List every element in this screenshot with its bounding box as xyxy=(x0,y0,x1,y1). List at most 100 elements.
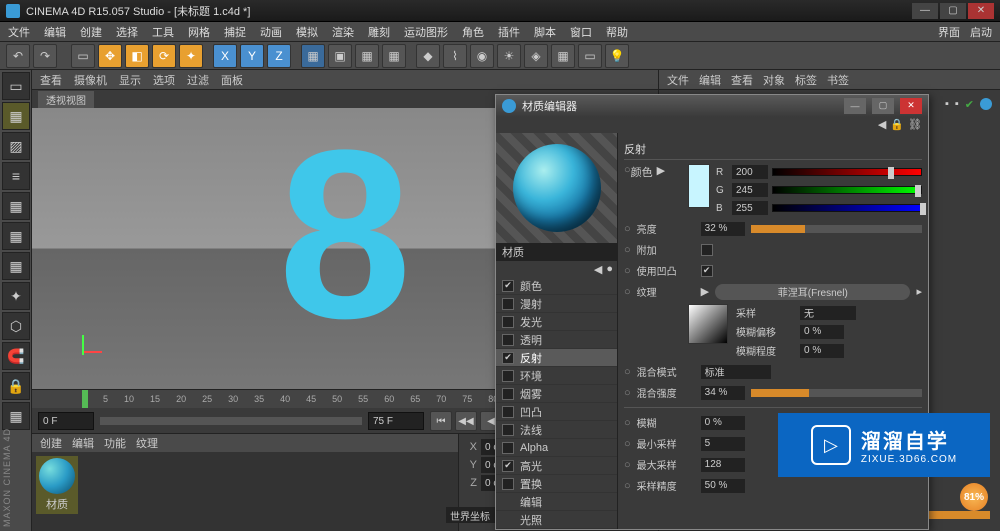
viewport-tab[interactable]: 透视视图 xyxy=(38,91,94,108)
link-icon[interactable]: ⛓ xyxy=(908,118,922,131)
channel-checkbox[interactable] xyxy=(502,298,514,310)
bluroffset-field[interactable]: 0 % xyxy=(800,325,844,339)
texture-mode[interactable]: ▨ xyxy=(2,132,30,160)
brightness-slider[interactable] xyxy=(751,225,922,233)
menu-运动图形[interactable]: 运动图形 xyxy=(404,24,448,40)
render-settings[interactable]: ▦ xyxy=(355,44,379,68)
channel-checkbox[interactable] xyxy=(502,478,514,490)
menu-编辑[interactable]: 编辑 xyxy=(44,24,66,40)
goto-start[interactable]: ⏮ xyxy=(430,411,452,431)
color-swatch[interactable] xyxy=(688,164,710,208)
move-tool[interactable]: ✥ xyxy=(98,44,122,68)
menu-创建[interactable]: 创建 xyxy=(80,24,102,40)
select-tool[interactable]: ▭ xyxy=(71,44,95,68)
null-object[interactable]: ◆ xyxy=(416,44,440,68)
channel-环境[interactable]: 环境 xyxy=(496,367,617,385)
channel-烟雾[interactable]: 烟雾 xyxy=(496,385,617,403)
deformer-tool[interactable]: ◈ xyxy=(524,44,548,68)
mixmode-select[interactable]: 标准 xyxy=(701,365,771,379)
menu-渲染[interactable]: 渲染 xyxy=(332,24,354,40)
menu-动画[interactable]: 动画 xyxy=(260,24,282,40)
menu-角色[interactable]: 角色 xyxy=(462,24,484,40)
scale-tool[interactable]: ◧ xyxy=(125,44,149,68)
channel-漫射[interactable]: 漫射 xyxy=(496,295,617,313)
menu-捕捉[interactable]: 捕捉 xyxy=(224,24,246,40)
spline-tool[interactable]: ⌇ xyxy=(443,44,467,68)
menu-选择[interactable]: 选择 xyxy=(116,24,138,40)
start-frame[interactable]: 0 F xyxy=(38,412,94,430)
blur-field[interactable]: 0 % xyxy=(701,416,745,430)
menu-脚本[interactable]: 脚本 xyxy=(534,24,556,40)
channel-checkbox[interactable] xyxy=(502,352,514,364)
mateditor-maximize[interactable]: ▢ xyxy=(872,98,894,114)
axis-mode[interactable]: ✦ xyxy=(2,282,30,310)
material-preview[interactable] xyxy=(496,133,617,243)
minsamples-field[interactable]: 5 xyxy=(701,437,745,451)
prev-mat-icon[interactable]: ◀ xyxy=(594,263,602,276)
menu-模拟[interactable]: 模拟 xyxy=(296,24,318,40)
menu-界面[interactable]: 界面 xyxy=(938,24,960,40)
material-tag-icon[interactable] xyxy=(980,98,992,110)
menu-文件[interactable]: 文件 xyxy=(8,24,30,40)
array-tool[interactable]: ☀ xyxy=(497,44,521,68)
viewmenu-显示[interactable]: 显示 xyxy=(119,72,141,88)
channel-光照[interactable]: 光照 xyxy=(496,511,617,529)
channel-checkbox[interactable] xyxy=(502,460,514,472)
playhead[interactable] xyxy=(82,390,88,408)
minimize-button[interactable]: — xyxy=(912,3,938,19)
b-slider[interactable] xyxy=(772,204,922,212)
objmenu-编辑[interactable]: 编辑 xyxy=(699,72,721,88)
channel-checkbox[interactable] xyxy=(502,370,514,382)
texture-field[interactable]: 菲涅耳(Fresnel) xyxy=(715,284,910,300)
matmenu-功能[interactable]: 功能 xyxy=(104,435,126,451)
channel-发光[interactable]: 发光 xyxy=(496,313,617,331)
gradient-swatch[interactable] xyxy=(688,304,728,344)
render-region[interactable]: ▦ xyxy=(382,44,406,68)
channel-checkbox[interactable] xyxy=(502,280,514,292)
axis-x-button[interactable]: X xyxy=(213,44,237,68)
channel-checkbox[interactable] xyxy=(502,424,514,436)
menu-插件[interactable]: 插件 xyxy=(498,24,520,40)
material-name-field[interactable]: 材质 xyxy=(496,243,617,261)
magnet-tool[interactable]: 🧲 xyxy=(2,342,30,370)
end-frame[interactable]: 75 F xyxy=(368,412,424,430)
objmenu-标签[interactable]: 标签 xyxy=(795,72,817,88)
r-field[interactable]: 200 xyxy=(732,165,768,179)
brightness-field[interactable]: 32 % xyxy=(701,222,745,236)
rotate-tool[interactable]: ⟳ xyxy=(152,44,176,68)
additive-checkbox[interactable] xyxy=(701,244,713,256)
menu-启动[interactable]: 启动 xyxy=(970,24,992,40)
close-button[interactable]: ✕ xyxy=(968,3,994,19)
camera-tool[interactable]: ▭ xyxy=(578,44,602,68)
workplane-tool[interactable]: ▦ xyxy=(2,402,30,430)
menu-帮助[interactable]: 帮助 xyxy=(606,24,628,40)
matmenu-创建[interactable]: 创建 xyxy=(40,435,62,451)
texture-clear-icon[interactable]: ▸ xyxy=(916,285,922,298)
point-mode[interactable]: ▦ xyxy=(2,192,30,220)
maximize-button[interactable]: ▢ xyxy=(940,3,966,19)
viewmenu-查看[interactable]: 查看 xyxy=(40,72,62,88)
menu-网格[interactable]: 网格 xyxy=(188,24,210,40)
channel-透明[interactable]: 透明 xyxy=(496,331,617,349)
mateditor-minimize[interactable]: — xyxy=(844,98,866,114)
model-mode[interactable]: ▦ xyxy=(2,102,30,130)
nurbs-tool[interactable]: ◉ xyxy=(470,44,494,68)
redo-button[interactable]: ↷ xyxy=(33,44,57,68)
channel-编辑[interactable]: 编辑 xyxy=(496,493,617,511)
g-field[interactable]: 245 xyxy=(732,183,768,197)
sample-select[interactable]: 无 xyxy=(800,306,856,320)
edge-mode[interactable]: ▦ xyxy=(2,222,30,250)
texture-arrow-icon[interactable]: ▶ xyxy=(701,285,709,298)
objmenu-书签[interactable]: 书签 xyxy=(827,72,849,88)
channel-checkbox[interactable] xyxy=(502,406,514,418)
undo-button[interactable]: ↶ xyxy=(6,44,30,68)
menu-窗口[interactable]: 窗口 xyxy=(570,24,592,40)
r-slider[interactable] xyxy=(772,168,922,176)
objmenu-查看[interactable]: 查看 xyxy=(731,72,753,88)
objmenu-对象[interactable]: 对象 xyxy=(763,72,785,88)
workplane-mode[interactable]: ≡ xyxy=(2,162,30,190)
material-editor-titlebar[interactable]: 材质编辑器 — ▢ ✕ xyxy=(496,95,928,117)
mixstrength-slider[interactable] xyxy=(751,389,922,397)
mixstrength-field[interactable]: 34 % xyxy=(701,386,745,400)
prev-key[interactable]: ◀◀ xyxy=(455,411,477,431)
